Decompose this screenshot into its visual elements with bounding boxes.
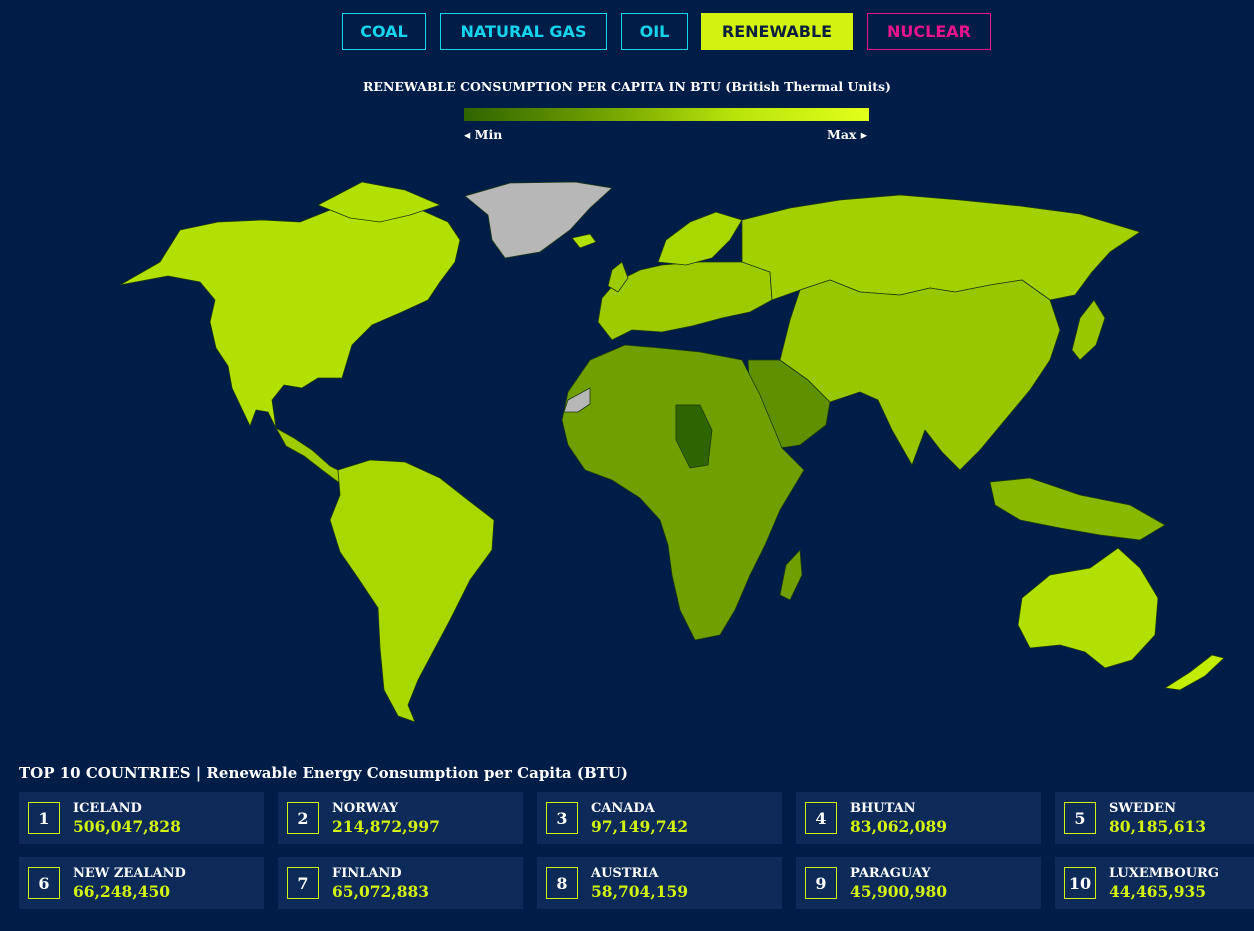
top10-card[interactable]: 9 PARAGUAY 45,900,980 bbox=[796, 857, 1041, 909]
region-japan[interactable] bbox=[1071, 299, 1106, 361]
country-value: 45,900,980 bbox=[850, 882, 948, 901]
region-russia[interactable] bbox=[741, 194, 1141, 301]
tab-nuclear[interactable]: NUCLEAR bbox=[867, 13, 991, 50]
rank-badge: 1 bbox=[28, 802, 60, 834]
region-asia[interactable] bbox=[779, 279, 1061, 471]
region-southeast-asia-islands[interactable] bbox=[989, 477, 1166, 541]
country-value: 44,465,935 bbox=[1109, 882, 1207, 901]
country-value: 66,248,450 bbox=[73, 882, 171, 901]
top10-card[interactable]: 10 LUXEMBOURG 44,465,935 bbox=[1055, 857, 1254, 909]
region-australia[interactable] bbox=[1017, 547, 1159, 669]
world-map bbox=[119, 181, 1225, 723]
country-name: NEW ZEALAND bbox=[73, 866, 186, 881]
country-value: 65,072,883 bbox=[332, 882, 430, 901]
top10-title: TOP 10 COUNTRIES | Renewable Energy Cons… bbox=[19, 764, 628, 782]
top10-card[interactable]: 3 CANADA 97,149,742 bbox=[537, 792, 782, 844]
country-name: LUXEMBOURG bbox=[1109, 866, 1219, 881]
region-scandinavia[interactable] bbox=[657, 211, 743, 266]
country-name: PARAGUAY bbox=[850, 866, 931, 881]
legend-min-label: ◂ Min bbox=[464, 127, 503, 142]
rank-badge: 7 bbox=[287, 867, 319, 899]
top10-card[interactable]: 6 NEW ZEALAND 66,248,450 bbox=[19, 857, 264, 909]
legend-color-scale bbox=[464, 108, 869, 121]
region-madagascar[interactable] bbox=[779, 549, 803, 601]
top10-card[interactable]: 5 SWEDEN 80,185,613 bbox=[1055, 792, 1254, 844]
legend-title: RENEWABLE CONSUMPTION PER CAPITA IN BTU … bbox=[363, 79, 891, 94]
region-iceland[interactable] bbox=[571, 233, 597, 249]
country-name: NORWAY bbox=[332, 801, 399, 816]
top10-card[interactable]: 8 AUSTRIA 58,704,159 bbox=[537, 857, 782, 909]
tab-coal[interactable]: COAL bbox=[342, 13, 426, 50]
country-value: 97,149,742 bbox=[591, 817, 689, 836]
country-value: 214,872,997 bbox=[332, 817, 440, 836]
top10-card[interactable]: 1 ICELAND 506,047,828 bbox=[19, 792, 264, 844]
country-name: SWEDEN bbox=[1109, 801, 1176, 816]
tab-oil[interactable]: OIL bbox=[621, 13, 688, 50]
rank-badge: 10 bbox=[1064, 867, 1096, 899]
rank-badge: 2 bbox=[287, 802, 319, 834]
legend-max-label: Max ▸ bbox=[827, 127, 868, 142]
country-value: 506,047,828 bbox=[73, 817, 181, 836]
country-value: 80,185,613 bbox=[1109, 817, 1207, 836]
rank-badge: 6 bbox=[28, 867, 60, 899]
rank-badge: 4 bbox=[805, 802, 837, 834]
rank-badge: 5 bbox=[1064, 802, 1096, 834]
region-greenland[interactable] bbox=[464, 181, 613, 259]
country-name: BHUTAN bbox=[850, 801, 916, 816]
region-north-america[interactable] bbox=[119, 199, 461, 429]
country-name: FINLAND bbox=[332, 866, 402, 881]
region-central-america[interactable] bbox=[275, 427, 347, 483]
country-value: 58,704,159 bbox=[591, 882, 689, 901]
region-new-zealand[interactable] bbox=[1164, 654, 1225, 691]
tab-natural-gas[interactable]: NATURAL GAS bbox=[440, 13, 607, 50]
rank-badge: 9 bbox=[805, 867, 837, 899]
rank-badge: 8 bbox=[546, 867, 578, 899]
region-south-america[interactable] bbox=[329, 459, 495, 723]
top10-card[interactable]: 7 FINLAND 65,072,883 bbox=[278, 857, 523, 909]
country-name: ICELAND bbox=[73, 801, 142, 816]
rank-badge: 3 bbox=[546, 802, 578, 834]
top10-card[interactable]: 4 BHUTAN 83,062,089 bbox=[796, 792, 1041, 844]
country-value: 83,062,089 bbox=[850, 817, 948, 836]
energy-type-tabs: COAL NATURAL GAS OIL RENEWABLE NUCLEAR bbox=[0, 13, 1254, 52]
top10-card[interactable]: 2 NORWAY 214,872,997 bbox=[278, 792, 523, 844]
country-name: AUSTRIA bbox=[591, 866, 659, 881]
country-name: CANADA bbox=[591, 801, 655, 816]
tab-renewable[interactable]: RENEWABLE bbox=[701, 13, 853, 50]
